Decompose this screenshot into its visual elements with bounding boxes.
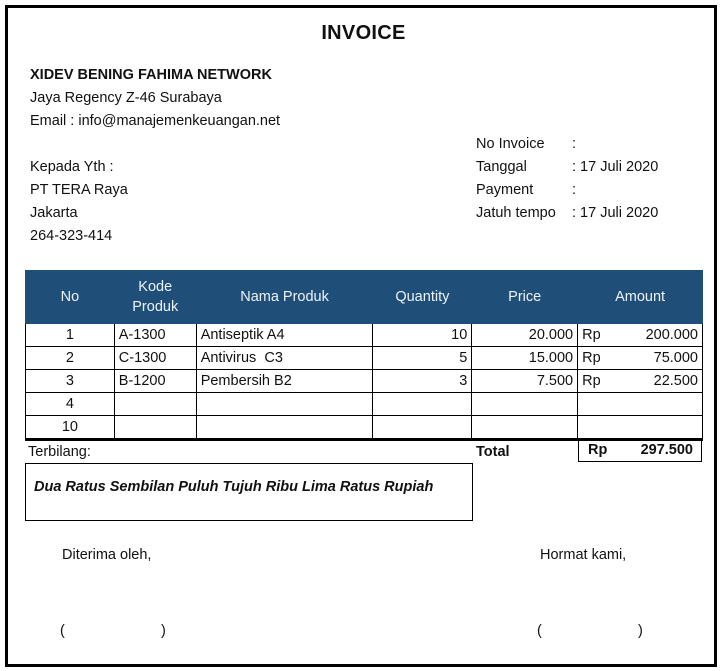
table-header-row: No Kode Produk Nama Produk Quantity Pric…: [25, 270, 703, 324]
cell-qty: 10: [372, 323, 473, 347]
table-row: 10: [25, 415, 703, 441]
cell-currency: Rp: [582, 327, 601, 343]
cell-kode: [113, 415, 197, 441]
header-quantity: Quantity: [372, 270, 473, 324]
sender-signature-close: ): [638, 623, 643, 639]
recipient-name: PT TERA Raya: [30, 182, 128, 198]
regards-label: Hormat kami,: [540, 547, 627, 563]
terbilang-label: Terbilang:: [28, 444, 91, 460]
header-price: Price: [471, 270, 579, 324]
cell-amount-value: 200.000: [645, 327, 698, 343]
header-amount: Amount: [577, 270, 703, 324]
total-box: Rp 297.500: [578, 439, 702, 462]
cell-amount: [577, 392, 703, 416]
terbilang-text: Dua Ratus Sembilan Puluh Tujuh Ribu Lima…: [34, 479, 434, 495]
cell-kode: C-1300: [113, 346, 197, 370]
cell-price: 15.000: [471, 346, 579, 370]
cell-amount: Rp 75.000: [577, 346, 703, 370]
cell-price: 20.000: [471, 323, 579, 347]
cell-qty: [372, 415, 473, 441]
receiver-signature-open: (: [60, 623, 65, 639]
cell-nama: [195, 415, 374, 441]
cell-qty: [372, 392, 473, 416]
cell-price: [471, 392, 579, 416]
cell-qty: 3: [372, 369, 473, 393]
cell-currency: Rp: [582, 350, 601, 366]
header-kode-produk: Kode Produk: [113, 270, 197, 324]
header-kode-line2: Produk: [132, 299, 179, 315]
terbilang-box: Dua Ratus Sembilan Puluh Tujuh Ribu Lima…: [25, 463, 473, 521]
meta-value-date: : 17 Juli 2020: [572, 159, 659, 175]
meta-value-due-date: : 17 Juli 2020: [572, 205, 659, 221]
cell-amount: Rp 22.500: [577, 369, 703, 393]
sender-address: Jaya Regency Z-46 Surabaya: [30, 90, 222, 106]
total-value: 297.500: [640, 442, 693, 458]
total-currency: Rp: [588, 442, 608, 458]
cell-kode: A-1300: [113, 323, 197, 347]
total-label: Total: [476, 444, 510, 460]
cell-kode: [113, 392, 197, 416]
cell-no: 3: [25, 369, 115, 393]
cell-nama: Antivirus C3: [195, 346, 374, 370]
meta-value-invoice-no: :: [572, 136, 577, 152]
table-row: 3 B-1200 Pembersih B2 3 7.500 Rp 22.500: [25, 369, 703, 393]
invoice-title: INVOICE: [321, 22, 406, 44]
cell-no: 10: [25, 415, 115, 441]
cell-kode: B-1200: [113, 369, 197, 393]
recipient-city: Jakarta: [30, 205, 78, 221]
cell-no: 1: [25, 323, 115, 347]
cell-amount: [577, 415, 703, 441]
cell-currency: Rp: [582, 373, 601, 389]
cell-no: 2: [25, 346, 115, 370]
meta-label-date: Tanggal: [476, 159, 527, 175]
sender-signature-open: (: [537, 623, 542, 639]
header-kode-line1: Kode: [138, 279, 173, 295]
table-row: 2 C-1300 Antivirus C3 5 15.000 Rp 75.000: [25, 346, 703, 370]
cell-amount: Rp 200.000: [577, 323, 703, 347]
header-no: No: [25, 270, 115, 324]
meta-label-payment: Payment: [476, 182, 534, 198]
items-table: No Kode Produk Nama Produk Quantity Pric…: [25, 270, 703, 441]
recipient-phone: 264-323-414: [30, 228, 113, 244]
cell-amount-value: 22.500: [653, 373, 698, 389]
sender-email: Email : info@manajemenkeuangan.net: [30, 113, 281, 129]
cell-price: [471, 415, 579, 441]
meta-label-due-date: Jatuh tempo: [476, 205, 556, 221]
cell-no: 4: [25, 392, 115, 416]
received-by-label: Diterima oleh,: [62, 547, 152, 563]
meta-value-payment: :: [572, 182, 577, 198]
cell-qty: 5: [372, 346, 473, 370]
recipient-label: Kepada Yth :: [30, 159, 114, 175]
table-row: 1 A-1300 Antiseptik A4 10 20.000 Rp 200.0…: [25, 323, 703, 347]
cell-price: 7.500: [471, 369, 579, 393]
sender-company: XIDEV BENING FAHIMA NETWORK: [30, 67, 272, 83]
meta-label-invoice-no: No Invoice: [476, 136, 545, 152]
cell-amount-value: 75.000: [653, 350, 698, 366]
table-row: 4: [25, 392, 703, 416]
header-nama-produk: Nama Produk: [195, 270, 374, 324]
receiver-signature-close: ): [161, 623, 166, 639]
cell-nama: [195, 392, 374, 416]
cell-nama: Pembersih B2: [195, 369, 374, 393]
cell-nama: Antiseptik A4: [195, 323, 374, 347]
